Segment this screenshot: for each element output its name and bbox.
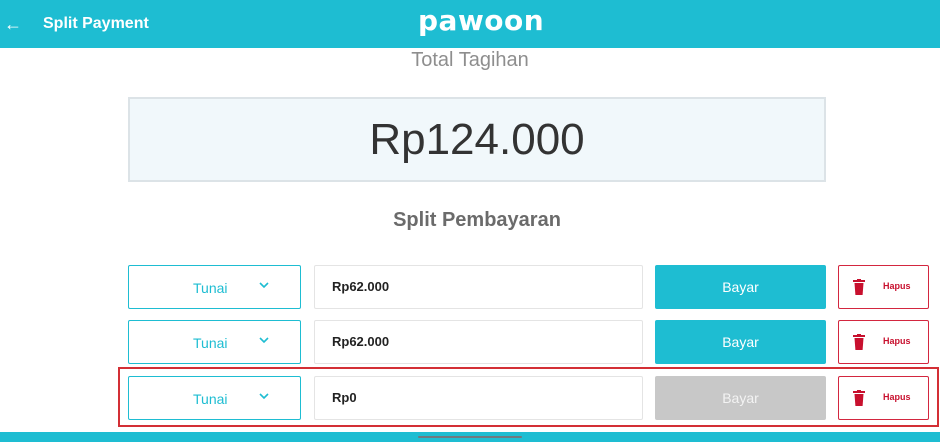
delete-button[interactable]: Hapus (838, 265, 929, 309)
back-button[interactable]: ← (2, 10, 24, 38)
payment-method-select[interactable]: Tunai (128, 376, 301, 420)
page-title: Split Payment (43, 15, 149, 32)
split-row: Tunai Rp62.000 Bayar Hapus (0, 320, 940, 364)
split-row: Tunai Rp0 Bayar Hapus (0, 376, 940, 420)
amount-input[interactable]: Rp62.000 (314, 265, 643, 309)
payment-method-select[interactable]: Tunai (128, 320, 301, 364)
split-title: Split Pembayaran (393, 209, 561, 231)
pay-button[interactable]: Bayar (655, 265, 826, 309)
arrow-left-icon: ← (4, 14, 22, 34)
amount-input[interactable]: Rp62.000 (314, 320, 643, 364)
payment-method-label: Tunai (193, 335, 228, 351)
top-app-bar: ← Split Payment pawoon (0, 0, 940, 48)
delete-label: Hapus (883, 392, 911, 402)
chevron-down-icon (259, 389, 269, 403)
trash-icon (853, 390, 865, 406)
delete-label: Hapus (883, 336, 911, 346)
pay-button[interactable]: Bayar (655, 376, 826, 420)
home-indicator (418, 436, 522, 438)
chevron-down-icon (259, 278, 269, 292)
payment-method-select[interactable]: Tunai (128, 265, 301, 309)
payment-method-label: Tunai (193, 391, 228, 407)
total-amount: Rp124.000 (369, 114, 585, 164)
pawoon-logo: pawoon (418, 4, 545, 37)
total-label: Total Tagihan (411, 49, 529, 71)
delete-button[interactable]: Hapus (838, 376, 929, 420)
trash-icon (853, 279, 865, 295)
delete-label: Hapus (883, 281, 911, 291)
payment-method-label: Tunai (193, 280, 228, 296)
split-row: Tunai Rp62.000 Bayar Hapus (0, 265, 940, 309)
chevron-down-icon (259, 333, 269, 347)
amount-input[interactable]: Rp0 (314, 376, 643, 420)
delete-button[interactable]: Hapus (838, 320, 929, 364)
trash-icon (853, 334, 865, 350)
pay-button[interactable]: Bayar (655, 320, 826, 364)
total-display: Rp124.000 (128, 97, 826, 182)
